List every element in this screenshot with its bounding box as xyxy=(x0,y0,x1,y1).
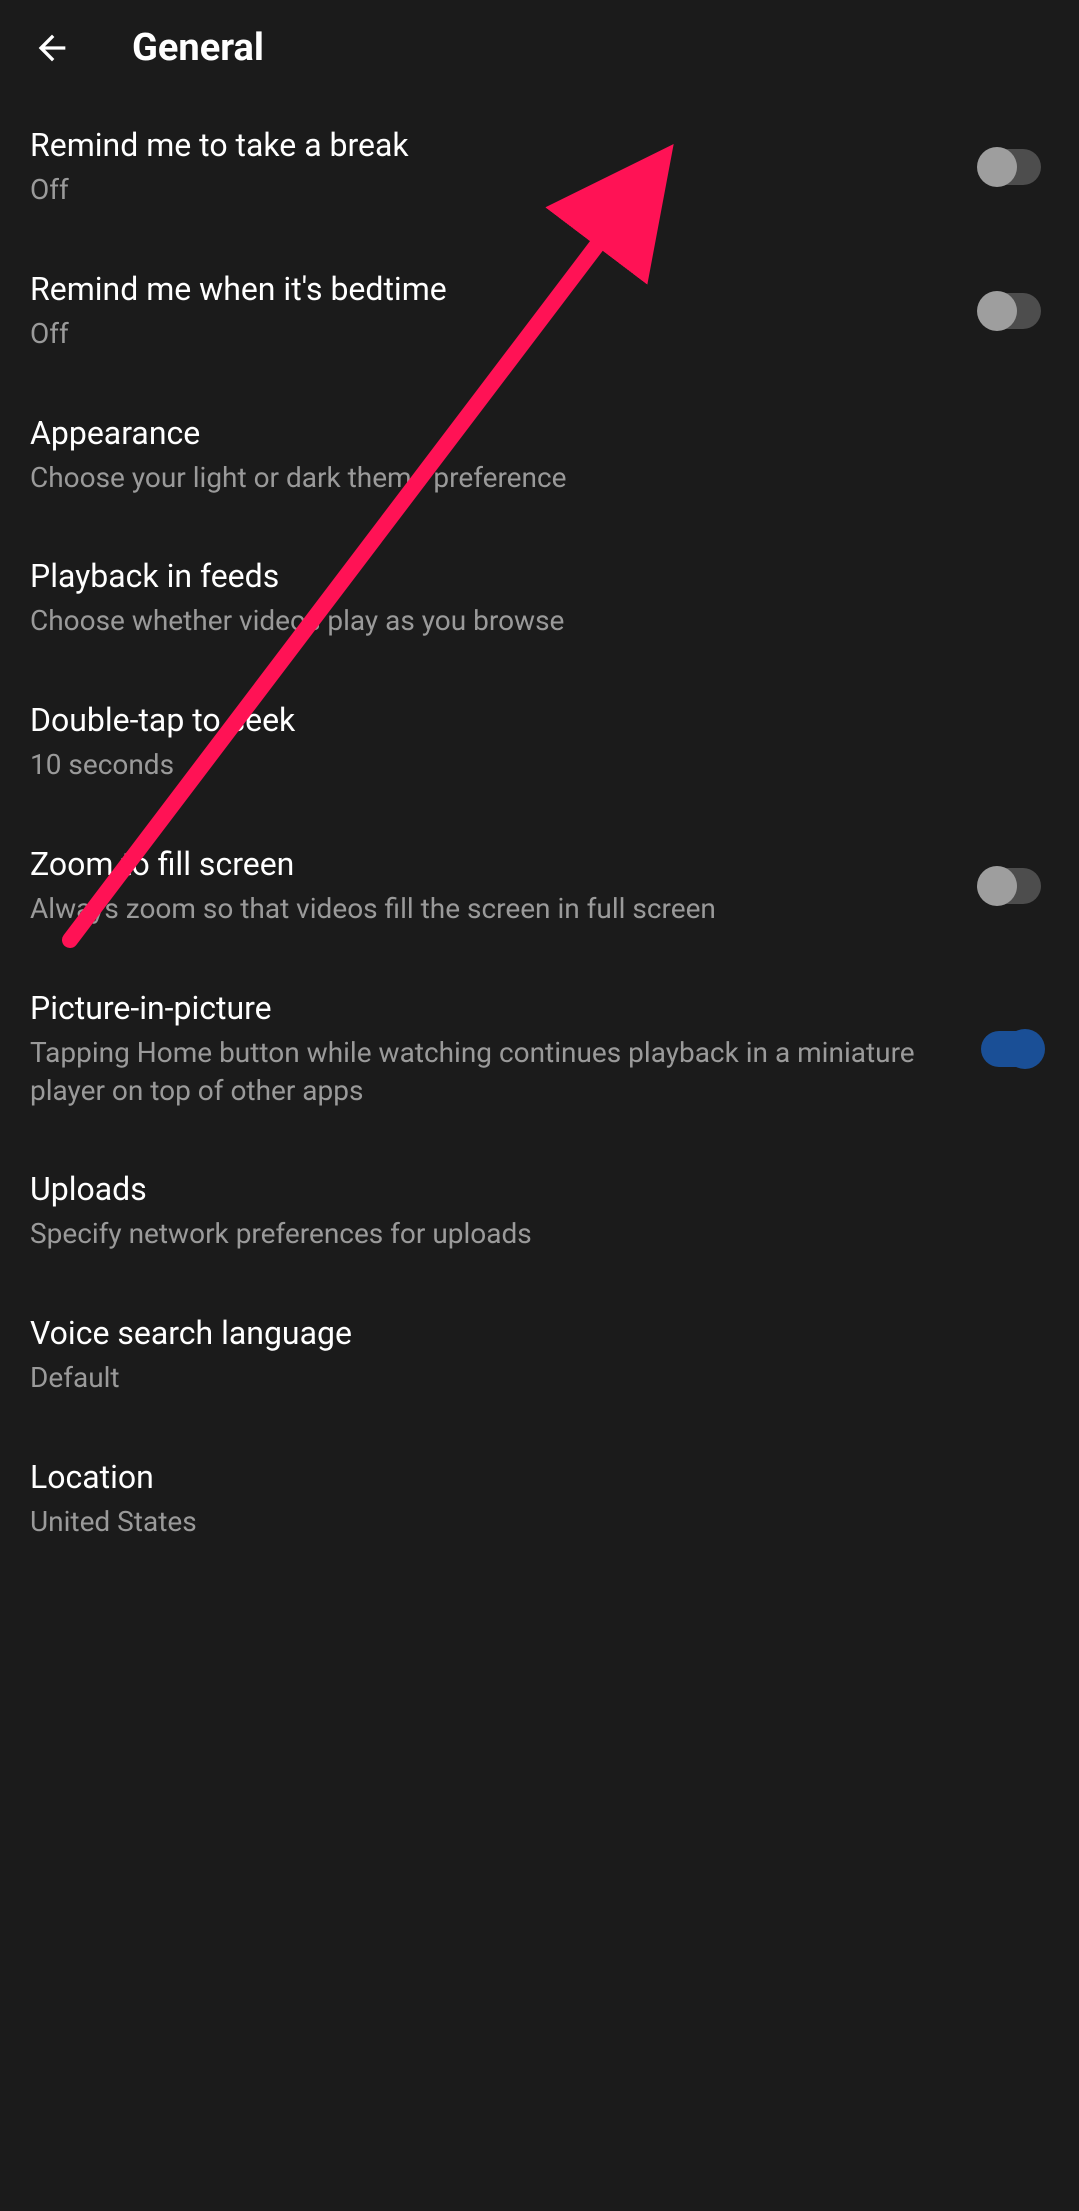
row-title: Zoom to fill screen xyxy=(30,844,961,884)
row-text: Appearance Choose your light or dark the… xyxy=(30,413,1049,497)
row-playback-feeds[interactable]: Playback in feeds Choose whether videos … xyxy=(0,526,1079,670)
back-button[interactable] xyxy=(22,18,82,78)
row-title: Double-tap to seek xyxy=(30,700,1029,740)
page-title: General xyxy=(132,26,264,70)
row-appearance[interactable]: Appearance Choose your light or dark the… xyxy=(0,383,1079,527)
settings-list: Remind me to take a break Off Remind me … xyxy=(0,95,1079,1571)
row-zoom-fill[interactable]: Zoom to fill screen Always zoom so that … xyxy=(0,814,1079,958)
row-text: Remind me to take a break Off xyxy=(30,125,981,209)
row-title: Playback in feeds xyxy=(30,556,1029,596)
row-text: Location United States xyxy=(30,1457,1049,1541)
row-sub: Default xyxy=(30,1359,1029,1397)
row-sub: Off xyxy=(30,171,961,209)
row-title: Remind me to take a break xyxy=(30,125,961,165)
row-sub: Off xyxy=(30,315,961,353)
row-text: Playback in feeds Choose whether videos … xyxy=(30,556,1049,640)
toggle-pip[interactable] xyxy=(981,1031,1041,1067)
row-text: Picture-in-picture Tapping Home button w… xyxy=(30,988,981,1110)
toggle-remind-bedtime[interactable] xyxy=(981,293,1041,329)
row-pip[interactable]: Picture-in-picture Tapping Home button w… xyxy=(0,958,1079,1140)
arrow-left-icon xyxy=(32,28,72,68)
row-sub: Choose your light or dark theme preferen… xyxy=(30,459,1029,497)
header: General xyxy=(0,0,1079,95)
row-title: Location xyxy=(30,1457,1029,1497)
row-sub: Specify network preferences for uploads xyxy=(30,1215,1029,1253)
row-title: Appearance xyxy=(30,413,1029,453)
row-remind-bedtime[interactable]: Remind me when it's bedtime Off xyxy=(0,239,1079,383)
row-voice-search-language[interactable]: Voice search language Default xyxy=(0,1283,1079,1427)
row-title: Remind me when it's bedtime xyxy=(30,269,961,309)
row-remind-break[interactable]: Remind me to take a break Off xyxy=(0,95,1079,239)
row-sub: United States xyxy=(30,1503,1029,1541)
row-sub: Choose whether videos play as you browse xyxy=(30,602,1029,640)
row-sub: 10 seconds xyxy=(30,746,1029,784)
row-uploads[interactable]: Uploads Specify network preferences for … xyxy=(0,1139,1079,1283)
row-title: Uploads xyxy=(30,1169,1029,1209)
toggle-remind-break[interactable] xyxy=(981,149,1041,185)
row-text: Uploads Specify network preferences for … xyxy=(30,1169,1049,1253)
row-text: Remind me when it's bedtime Off xyxy=(30,269,981,353)
row-sub: Always zoom so that videos fill the scre… xyxy=(30,890,961,928)
row-title: Picture-in-picture xyxy=(30,988,961,1028)
row-double-tap-seek[interactable]: Double-tap to seek 10 seconds xyxy=(0,670,1079,814)
row-title: Voice search language xyxy=(30,1313,1029,1353)
toggle-zoom-fill[interactable] xyxy=(981,868,1041,904)
row-sub: Tapping Home button while watching conti… xyxy=(30,1034,961,1110)
row-text: Zoom to fill screen Always zoom so that … xyxy=(30,844,981,928)
row-text: Double-tap to seek 10 seconds xyxy=(30,700,1049,784)
row-location[interactable]: Location United States xyxy=(0,1427,1079,1571)
row-text: Voice search language Default xyxy=(30,1313,1049,1397)
